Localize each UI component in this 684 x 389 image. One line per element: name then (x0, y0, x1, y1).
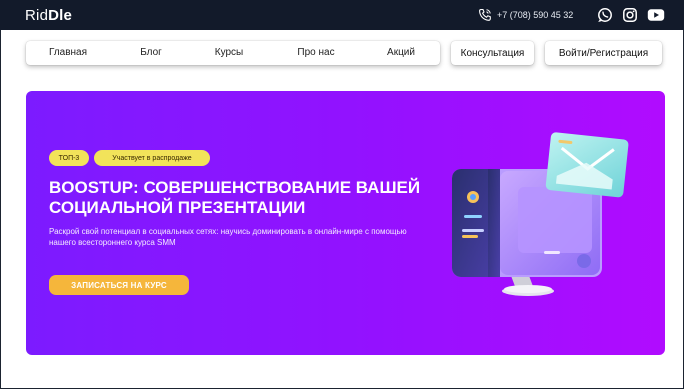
phone-icon (478, 8, 492, 22)
phone-contact[interactable]: +7 (708) 590 45 32 (478, 8, 573, 22)
nav-item-courses[interactable]: Курсы (215, 47, 243, 58)
top-badge: ТОП-3 (49, 150, 89, 166)
top-bar: RidDle +7 (708) 590 45 32 (0, 0, 684, 30)
nav-item-promotions[interactable]: Акций (387, 47, 415, 58)
nav-item-home[interactable]: Главная (49, 47, 87, 58)
main-nav: Главная Блог Курсы Про нас Акций (26, 41, 440, 65)
sale-badge: Участвует в распродаже (94, 150, 210, 166)
hero-description: Раскрой свой потенциал в социальных сетя… (49, 227, 407, 247)
nav-item-about[interactable]: Про нас (297, 47, 334, 58)
nav-item-blog[interactable]: Блог (140, 47, 162, 58)
youtube-icon[interactable] (647, 7, 665, 23)
hero-title: BOOSTUP: СОВЕРШЕНСТВОВАНИЕ ВАШЕЙ СОЦИАЛЬ… (49, 178, 421, 217)
login-register-button[interactable]: Войти/Регистрация (545, 41, 662, 65)
enroll-course-button[interactable]: ЗАПИСАТЬСЯ НА КУРС (49, 275, 189, 295)
logo[interactable]: RidDle (25, 7, 72, 24)
consultation-button[interactable]: Консультация (451, 41, 534, 65)
logo-bold: Dle (48, 7, 73, 24)
hero-banner: ТОП-3 Участвует в распродаже BOOSTUP: СО… (26, 91, 665, 355)
logo-light: Rid (25, 7, 49, 24)
instagram-icon[interactable] (622, 7, 638, 23)
whatsapp-icon[interactable] (597, 7, 613, 23)
computer-mail-illustration (444, 131, 644, 311)
phone-number: +7 (708) 590 45 32 (497, 10, 574, 20)
